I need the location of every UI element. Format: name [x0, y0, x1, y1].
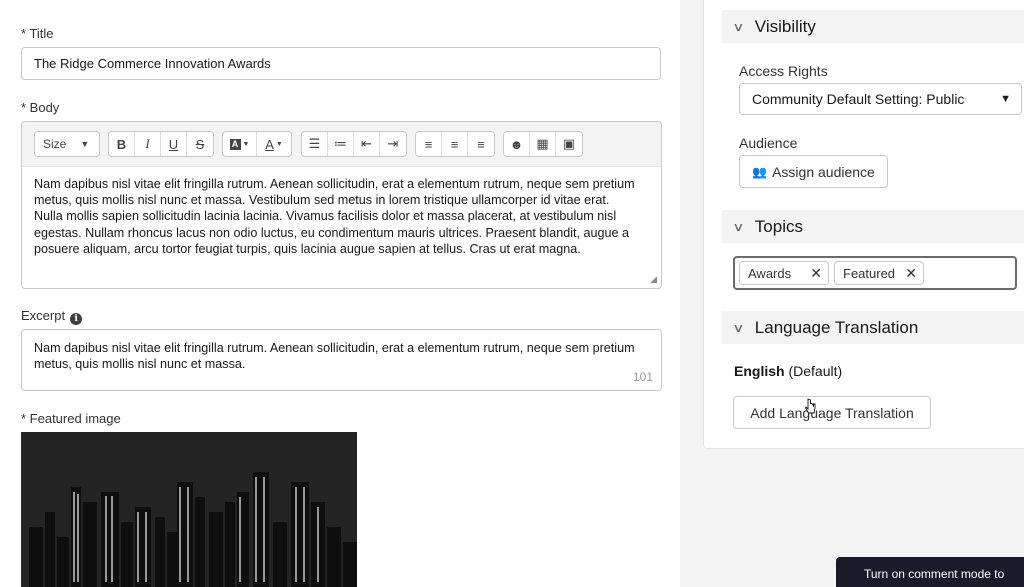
editor-toolbar: Size ▼ B I U S A ▼ A ▼ ☰ ≔ ⇤ ⇥ ≡ ≡ ≡ ☻ ▦… [22, 122, 661, 167]
insert-group: ☻ ▦ ▣ [503, 131, 583, 157]
align-left-icon[interactable]: ≡ [416, 132, 442, 156]
body-label: * Body [21, 100, 60, 115]
topic-pill-label: Featured [843, 265, 896, 281]
close-icon[interactable]: ✕ [810, 265, 822, 282]
text-color-icon[interactable]: A ▼ [257, 132, 291, 156]
main-form-panel: * Title The Ridge Commerce Innovation Aw… [0, 0, 680, 587]
topic-pill-featured: Featured ✕ [834, 261, 924, 285]
chevron-down-icon: ▼ [80, 139, 90, 149]
text-style-group: B I U S [108, 131, 214, 157]
background-color-icon[interactable]: A ▼ [223, 132, 257, 156]
resize-handle-icon[interactable]: ◢ [650, 274, 657, 285]
default-language-name: English [734, 363, 785, 379]
excerpt-label: Excerpt i [21, 308, 83, 325]
color-group: A ▼ A ▼ [222, 131, 292, 157]
body-text[interactable]: Nam dapibus nisl vitae elit fringilla ru… [34, 176, 641, 257]
language-heading: Language Translation [754, 317, 919, 337]
visibility-section-header[interactable]: ∨ Visibility [722, 10, 1024, 43]
topic-pill-awards: Awards ✕ [739, 261, 829, 285]
align-center-icon[interactable]: ≡ [442, 132, 468, 156]
chevron-down-icon: ▼ [1000, 93, 1011, 105]
topics-input[interactable]: Awards ✕ Featured ✕ [733, 256, 1017, 290]
comment-mode-toast[interactable]: Turn on comment mode to [836, 557, 1024, 587]
size-dropdown[interactable]: Size ▼ [35, 132, 99, 156]
mouse-cursor-icon [805, 398, 816, 414]
add-language-translation-button[interactable]: Add Language Translation [733, 396, 931, 429]
topics-heading: Topics [754, 216, 803, 236]
language-section-header[interactable]: ∨ Language Translation [722, 311, 1024, 344]
outdent-icon[interactable]: ⇤ [354, 132, 380, 156]
align-group: ≡ ≡ ≡ [415, 131, 495, 157]
underline-icon[interactable]: U [161, 132, 187, 156]
character-count: 101 [632, 370, 653, 384]
default-language-suffix: (Default) [788, 363, 843, 379]
bold-icon[interactable]: B [109, 132, 135, 156]
access-rights-label: Access Rights [739, 63, 828, 79]
assign-audience-button[interactable]: 👥 Assign audience [739, 155, 888, 188]
topics-section-header[interactable]: ∨ Topics [722, 210, 1024, 243]
chevron-down-icon: ∨ [732, 320, 745, 335]
topic-pill-label: Awards [748, 265, 792, 281]
align-right-icon[interactable]: ≡ [468, 132, 494, 156]
featured-image[interactable] [21, 432, 357, 587]
strikethrough-icon[interactable]: S [187, 132, 213, 156]
italic-icon[interactable]: I [135, 132, 161, 156]
info-icon[interactable]: i [70, 313, 83, 325]
title-input[interactable]: The Ridge Commerce Innovation Awards [21, 47, 661, 80]
users-icon: 👥 [752, 164, 768, 179]
visibility-heading: Visibility [754, 16, 816, 36]
featured-image-label: * Featured image [21, 411, 121, 426]
access-rights-value: Community Default Setting: Public [752, 91, 965, 107]
list-group: ☰ ≔ ⇤ ⇥ [301, 131, 407, 157]
numbered-list-icon[interactable]: ≔ [328, 132, 354, 156]
size-select[interactable]: Size ▼ [34, 131, 100, 157]
close-icon[interactable]: ✕ [905, 265, 917, 282]
excerpt-textarea[interactable]: Nam dapibus nisl vitae elit fringilla ru… [21, 329, 662, 391]
title-label: * Title [21, 26, 54, 41]
body-rich-text-editor[interactable]: Size ▼ B I U S A ▼ A ▼ ☰ ≔ ⇤ ⇥ ≡ ≡ ≡ ☻ ▦… [21, 121, 662, 289]
indent-icon[interactable]: ⇥ [380, 132, 406, 156]
chevron-down-icon: ∨ [732, 219, 745, 234]
audience-label: Audience [739, 135, 798, 151]
chevron-down-icon: ∨ [732, 19, 745, 34]
excerpt-text[interactable]: Nam dapibus nisl vitae elit fringilla ru… [34, 340, 641, 372]
bulleted-list-icon[interactable]: ☰ [302, 132, 328, 156]
image-icon[interactable]: ▣ [556, 132, 582, 156]
assign-audience-label: Assign audience [772, 163, 875, 180]
emoji-icon[interactable]: ☻ [504, 132, 530, 156]
default-language: English (Default) [734, 363, 842, 379]
table-icon[interactable]: ▦ [530, 132, 556, 156]
access-rights-select[interactable]: Community Default Setting: Public ▼ [739, 83, 1022, 115]
size-label: Size [43, 137, 67, 151]
city-skyline-image [21, 432, 357, 587]
